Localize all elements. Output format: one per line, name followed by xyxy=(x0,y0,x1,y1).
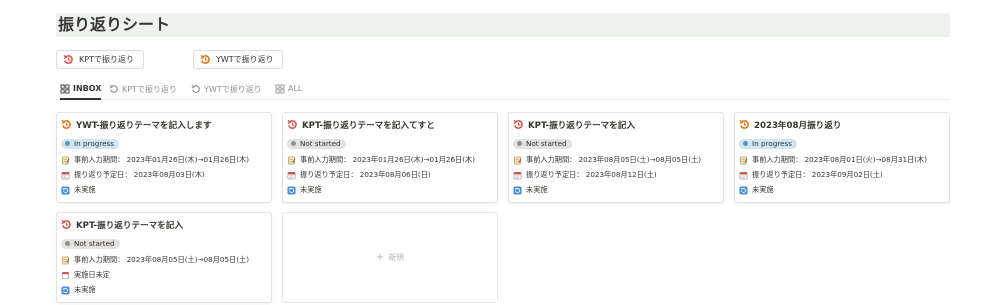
grid-icon xyxy=(60,84,70,94)
refresh-icon xyxy=(287,185,296,195)
card-title: KPT-振り返りテーマを記入てすと xyxy=(302,120,435,131)
calendar-icon xyxy=(287,171,296,180)
refresh-icon xyxy=(739,185,748,195)
calendar-icon xyxy=(739,171,748,180)
gallery-card[interactable]: 2023年08月振り返り In progress 事前入力期間： 2023年08… xyxy=(734,112,950,203)
gallery-card[interactable]: YWT-振り返りテーマを記入します In progress 事前入力期間： 20… xyxy=(56,112,272,203)
date-property: 振り返り予定日： 2023年08月06日(日) xyxy=(287,170,493,180)
undo-red-icon xyxy=(63,54,74,65)
done-property: 未実施 xyxy=(61,185,267,195)
tab-ywt-label: YWTで振り返り xyxy=(204,85,262,94)
kpt-template-button[interactable]: KPTで振り返り xyxy=(56,50,144,69)
memo-icon xyxy=(287,156,296,165)
title-banner xyxy=(56,13,950,37)
new-card-label: 新規 xyxy=(388,253,405,262)
period-property: 事前入力期間： 2023年08月05日(土)→08月05日(土) xyxy=(61,255,267,265)
plus-icon: + xyxy=(375,252,385,263)
tab-inbox-label: INBOX xyxy=(73,84,102,93)
gallery-card[interactable]: KPT-振り返りテーマを記入てすと Not started 事前入力期間： 20… xyxy=(282,112,498,203)
undo-red-icon xyxy=(287,119,298,130)
undo-gray-icon xyxy=(191,84,201,94)
undo-red-icon xyxy=(513,119,524,130)
undo-orange-icon xyxy=(61,119,72,130)
card-title: YWT-振り返りテーマを記入します xyxy=(76,120,212,131)
status-badge: Not started xyxy=(61,238,120,249)
refresh-icon xyxy=(513,185,522,195)
calendar-icon xyxy=(61,171,70,180)
period-property: 事前入力期間： 2023年01月26日(木)→01月26日(木) xyxy=(287,155,493,165)
period-property: 事前入力期間： 2023年01月26日(木)→01月26日(木) xyxy=(61,155,267,165)
refresh-icon xyxy=(61,285,70,295)
gallery-card[interactable]: KPT-振り返りテーマを記入 Not started 事前入力期間： 2023年… xyxy=(508,112,724,203)
status-badge: In progress xyxy=(739,138,797,149)
kpt-template-label: KPTで振り返り xyxy=(79,55,134,64)
refresh-icon xyxy=(61,185,70,195)
status-badge: Not started xyxy=(287,138,346,149)
tab-all-label: ALL xyxy=(288,84,303,93)
tab-kpt-label: KPTで振り返り xyxy=(122,85,177,94)
tab-ywt[interactable]: YWTで振り返り xyxy=(191,84,262,100)
date-property: 振り返り予定日： 2023年08月03日(木) xyxy=(61,170,267,180)
memo-icon xyxy=(61,256,70,265)
undo-orange-icon xyxy=(739,119,750,130)
grid-icon xyxy=(275,84,285,94)
gallery-card[interactable]: KPT-振り返りテーマを記入 Not started 事前入力期間： 2023年… xyxy=(56,212,272,303)
page-title: 振り返りシート xyxy=(58,15,171,34)
view-tabs: INBOX KPTで振り返り YWTで振り返り ALL xyxy=(56,80,950,100)
ywt-template-button[interactable]: YWTで振り返り xyxy=(193,50,283,69)
undo-gray-icon xyxy=(109,84,119,94)
date-property: 振り返り予定日： 2023年09月02日(土) xyxy=(739,170,945,180)
memo-icon xyxy=(61,156,70,165)
memo-icon xyxy=(513,156,522,165)
done-property: 未実施 xyxy=(739,185,945,195)
new-card-button[interactable]: + 新規 xyxy=(282,212,498,303)
period-property: 事前入力期間： 2023年08月05日(土)→08月05日(土) xyxy=(513,155,719,165)
ywt-template-label: YWTで振り返り xyxy=(216,55,274,64)
status-badge: Not started xyxy=(513,138,572,149)
tab-inbox[interactable]: INBOX xyxy=(60,84,102,100)
done-property: 未実施 xyxy=(61,285,267,295)
tab-kpt[interactable]: KPTで振り返り xyxy=(109,84,177,100)
tab-all[interactable]: ALL xyxy=(275,84,302,100)
done-property: 未実施 xyxy=(287,185,493,195)
date-property: 振り返り予定日： 2023年08月12日(土) xyxy=(513,170,719,180)
period-property: 事前入力期間： 2023年08月01日(火)→08月31日(木) xyxy=(739,155,945,165)
calendar-icon xyxy=(61,271,70,280)
undo-red-icon xyxy=(61,219,72,230)
undo-orange-icon xyxy=(200,54,211,65)
status-badge: In progress xyxy=(61,138,119,149)
date-property: 実施日未定 xyxy=(61,270,267,280)
card-title: 2023年08月振り返り xyxy=(754,120,842,131)
memo-icon xyxy=(739,156,748,165)
card-title: KPT-振り返りテーマを記入 xyxy=(76,220,184,231)
calendar-icon xyxy=(513,171,522,180)
done-property: 未実施 xyxy=(513,185,719,195)
card-title: KPT-振り返りテーマを記入 xyxy=(528,120,636,131)
